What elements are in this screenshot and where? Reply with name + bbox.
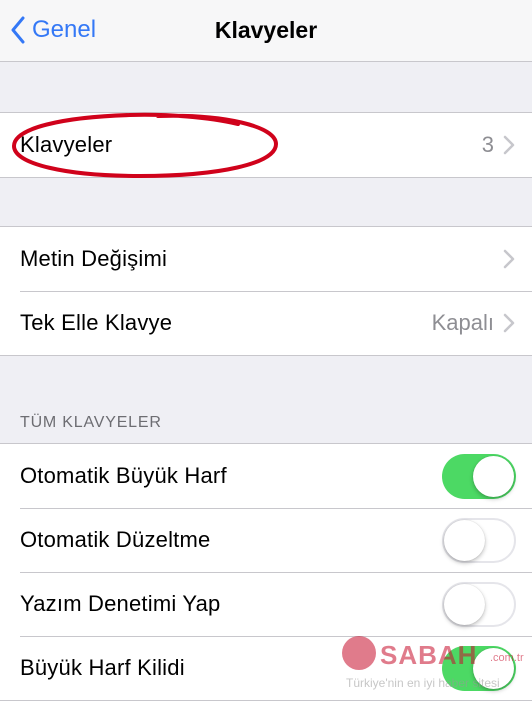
keyboards-group: Klavyeler 3: [0, 112, 532, 178]
text-replacement-row[interactable]: Metin Değişimi: [0, 227, 532, 291]
keyboards-row[interactable]: Klavyeler 3: [0, 113, 532, 177]
spell-check-toggle[interactable]: [442, 581, 516, 627]
caps-lock-label: Büyük Harf Kilidi: [20, 655, 185, 680]
keyboards-row-label: Klavyeler: [20, 132, 113, 157]
toggle-knob: [444, 583, 485, 625]
chevron-right-icon: [502, 133, 516, 157]
all-keyboards-group: Otomatik Büyük Harf Otomatik Düzeltme Ya…: [0, 443, 532, 701]
one-handed-keyboard-label: Tek Elle Klavye: [20, 310, 173, 335]
auto-correction-toggle[interactable]: [442, 517, 516, 563]
spell-check-row: Yazım Denetimi Yap: [0, 572, 532, 636]
navigation-bar: Genel Klavyeler: [0, 0, 532, 62]
auto-capitalization-row: Otomatik Büyük Harf: [0, 444, 532, 508]
chevron-right-icon: [502, 311, 516, 335]
text-options-group: Metin Değişimi Tek Elle Klavye Kapalı: [0, 226, 532, 356]
auto-correction-row: Otomatik Düzeltme: [0, 508, 532, 572]
spell-check-label: Yazım Denetimi Yap: [20, 591, 221, 616]
all-keyboards-section-header: TÜM KLAVYELER: [20, 414, 162, 431]
keyboards-count: 3: [481, 132, 494, 157]
text-replacement-label: Metin Değişimi: [20, 246, 168, 271]
chevron-right-icon: [502, 247, 516, 271]
toggle-knob: [444, 519, 485, 561]
auto-correction-label: Otomatik Düzeltme: [20, 527, 211, 552]
one-handed-keyboard-row[interactable]: Tek Elle Klavye Kapalı: [0, 291, 532, 355]
auto-capitalization-toggle[interactable]: [442, 453, 516, 499]
toggle-knob: [473, 647, 514, 689]
caps-lock-row: Büyük Harf Kilidi: [0, 636, 532, 700]
toggle-knob: [473, 455, 514, 497]
one-handed-keyboard-value: Kapalı: [431, 310, 494, 335]
page-title: Klavyeler: [214, 17, 318, 43]
auto-capitalization-label: Otomatik Büyük Harf: [20, 463, 227, 488]
caps-lock-toggle[interactable]: [442, 645, 516, 691]
